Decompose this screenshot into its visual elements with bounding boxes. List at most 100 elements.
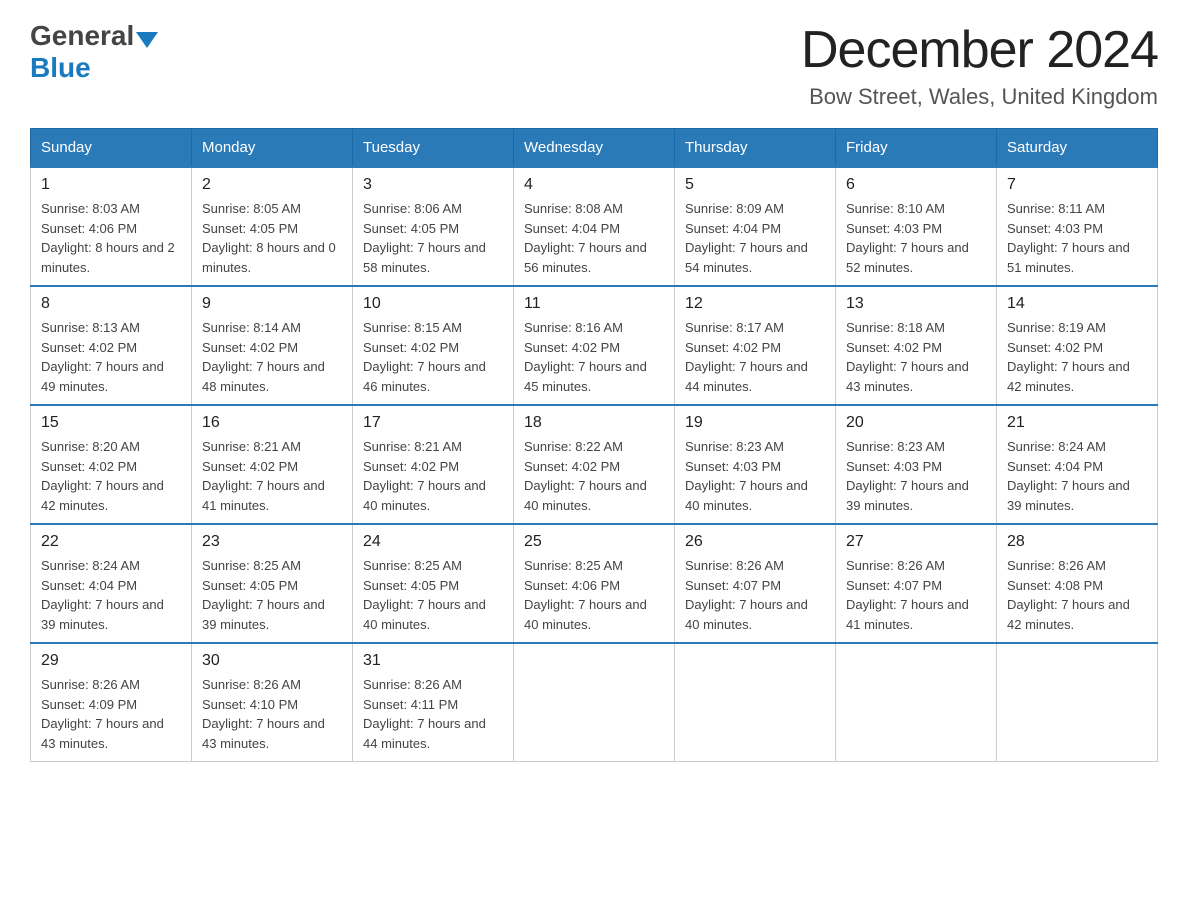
- day-number: 12: [685, 295, 825, 313]
- week-row-1: 1 Sunrise: 8:03 AMSunset: 4:06 PMDayligh…: [31, 167, 1158, 286]
- calendar-cell: 29 Sunrise: 8:26 AMSunset: 4:09 PMDaylig…: [31, 643, 192, 762]
- calendar-cell: 6 Sunrise: 8:10 AMSunset: 4:03 PMDayligh…: [836, 167, 997, 286]
- logo: General Blue: [30, 20, 158, 84]
- day-number: 8: [41, 295, 181, 313]
- day-info: Sunrise: 8:21 AMSunset: 4:02 PMDaylight:…: [363, 437, 503, 515]
- day-number: 9: [202, 295, 342, 313]
- calendar-cell: 11 Sunrise: 8:16 AMSunset: 4:02 PMDaylig…: [514, 286, 675, 405]
- day-number: 14: [1007, 295, 1147, 313]
- day-header-tuesday: Tuesday: [353, 129, 514, 168]
- calendar-cell: [836, 643, 997, 762]
- calendar-cell: 18 Sunrise: 8:22 AMSunset: 4:02 PMDaylig…: [514, 405, 675, 524]
- day-number: 6: [846, 176, 986, 194]
- calendar-cell: 27 Sunrise: 8:26 AMSunset: 4:07 PMDaylig…: [836, 524, 997, 643]
- day-info: Sunrise: 8:25 AMSunset: 4:05 PMDaylight:…: [363, 556, 503, 634]
- calendar-cell: 8 Sunrise: 8:13 AMSunset: 4:02 PMDayligh…: [31, 286, 192, 405]
- day-info: Sunrise: 8:06 AMSunset: 4:05 PMDaylight:…: [363, 199, 503, 277]
- day-number: 28: [1007, 533, 1147, 551]
- calendar-cell: 2 Sunrise: 8:05 AMSunset: 4:05 PMDayligh…: [192, 167, 353, 286]
- week-row-2: 8 Sunrise: 8:13 AMSunset: 4:02 PMDayligh…: [31, 286, 1158, 405]
- day-number: 11: [524, 295, 664, 313]
- day-info: Sunrise: 8:18 AMSunset: 4:02 PMDaylight:…: [846, 318, 986, 396]
- calendar-cell: 23 Sunrise: 8:25 AMSunset: 4:05 PMDaylig…: [192, 524, 353, 643]
- page-header: General Blue December 2024 Bow Street, W…: [30, 20, 1158, 110]
- day-info: Sunrise: 8:26 AMSunset: 4:07 PMDaylight:…: [685, 556, 825, 634]
- calendar-cell: [997, 643, 1158, 762]
- calendar-table: SundayMondayTuesdayWednesdayThursdayFrid…: [30, 128, 1158, 762]
- day-header-friday: Friday: [836, 129, 997, 168]
- day-info: Sunrise: 8:10 AMSunset: 4:03 PMDaylight:…: [846, 199, 986, 277]
- day-info: Sunrise: 8:25 AMSunset: 4:05 PMDaylight:…: [202, 556, 342, 634]
- day-number: 18: [524, 414, 664, 432]
- day-info: Sunrise: 8:03 AMSunset: 4:06 PMDaylight:…: [41, 199, 181, 277]
- day-info: Sunrise: 8:23 AMSunset: 4:03 PMDaylight:…: [846, 437, 986, 515]
- calendar-cell: 20 Sunrise: 8:23 AMSunset: 4:03 PMDaylig…: [836, 405, 997, 524]
- day-info: Sunrise: 8:20 AMSunset: 4:02 PMDaylight:…: [41, 437, 181, 515]
- day-info: Sunrise: 8:26 AMSunset: 4:07 PMDaylight:…: [846, 556, 986, 634]
- day-info: Sunrise: 8:15 AMSunset: 4:02 PMDaylight:…: [363, 318, 503, 396]
- day-number: 2: [202, 176, 342, 194]
- week-row-3: 15 Sunrise: 8:20 AMSunset: 4:02 PMDaylig…: [31, 405, 1158, 524]
- day-info: Sunrise: 8:14 AMSunset: 4:02 PMDaylight:…: [202, 318, 342, 396]
- calendar-cell: 28 Sunrise: 8:26 AMSunset: 4:08 PMDaylig…: [997, 524, 1158, 643]
- calendar-cell: 13 Sunrise: 8:18 AMSunset: 4:02 PMDaylig…: [836, 286, 997, 405]
- calendar-cell: 10 Sunrise: 8:15 AMSunset: 4:02 PMDaylig…: [353, 286, 514, 405]
- day-number: 25: [524, 533, 664, 551]
- day-number: 26: [685, 533, 825, 551]
- day-info: Sunrise: 8:21 AMSunset: 4:02 PMDaylight:…: [202, 437, 342, 515]
- day-header-thursday: Thursday: [675, 129, 836, 168]
- day-number: 5: [685, 176, 825, 194]
- calendar-cell: 3 Sunrise: 8:06 AMSunset: 4:05 PMDayligh…: [353, 167, 514, 286]
- calendar-cell: 17 Sunrise: 8:21 AMSunset: 4:02 PMDaylig…: [353, 405, 514, 524]
- calendar-cell: 4 Sunrise: 8:08 AMSunset: 4:04 PMDayligh…: [514, 167, 675, 286]
- day-number: 27: [846, 533, 986, 551]
- day-number: 3: [363, 176, 503, 194]
- day-info: Sunrise: 8:17 AMSunset: 4:02 PMDaylight:…: [685, 318, 825, 396]
- day-info: Sunrise: 8:19 AMSunset: 4:02 PMDaylight:…: [1007, 318, 1147, 396]
- calendar-cell: 12 Sunrise: 8:17 AMSunset: 4:02 PMDaylig…: [675, 286, 836, 405]
- day-info: Sunrise: 8:23 AMSunset: 4:03 PMDaylight:…: [685, 437, 825, 515]
- day-number: 1: [41, 176, 181, 194]
- logo-blue-text: Blue: [30, 52, 91, 84]
- week-row-4: 22 Sunrise: 8:24 AMSunset: 4:04 PMDaylig…: [31, 524, 1158, 643]
- day-info: Sunrise: 8:09 AMSunset: 4:04 PMDaylight:…: [685, 199, 825, 277]
- calendar-cell: 21 Sunrise: 8:24 AMSunset: 4:04 PMDaylig…: [997, 405, 1158, 524]
- day-number: 29: [41, 652, 181, 670]
- day-number: 15: [41, 414, 181, 432]
- calendar-cell: 25 Sunrise: 8:25 AMSunset: 4:06 PMDaylig…: [514, 524, 675, 643]
- day-number: 30: [202, 652, 342, 670]
- calendar-cell: 7 Sunrise: 8:11 AMSunset: 4:03 PMDayligh…: [997, 167, 1158, 286]
- calendar-cell: 30 Sunrise: 8:26 AMSunset: 4:10 PMDaylig…: [192, 643, 353, 762]
- days-header-row: SundayMondayTuesdayWednesdayThursdayFrid…: [31, 129, 1158, 168]
- day-header-monday: Monday: [192, 129, 353, 168]
- calendar-cell: [514, 643, 675, 762]
- calendar-cell: 9 Sunrise: 8:14 AMSunset: 4:02 PMDayligh…: [192, 286, 353, 405]
- day-number: 17: [363, 414, 503, 432]
- day-info: Sunrise: 8:13 AMSunset: 4:02 PMDaylight:…: [41, 318, 181, 396]
- day-number: 22: [41, 533, 181, 551]
- calendar-cell: 19 Sunrise: 8:23 AMSunset: 4:03 PMDaylig…: [675, 405, 836, 524]
- calendar-cell: [675, 643, 836, 762]
- day-info: Sunrise: 8:26 AMSunset: 4:10 PMDaylight:…: [202, 675, 342, 753]
- day-info: Sunrise: 8:16 AMSunset: 4:02 PMDaylight:…: [524, 318, 664, 396]
- day-number: 7: [1007, 176, 1147, 194]
- day-info: Sunrise: 8:22 AMSunset: 4:02 PMDaylight:…: [524, 437, 664, 515]
- main-title: December 2024: [801, 20, 1158, 80]
- calendar-cell: 16 Sunrise: 8:21 AMSunset: 4:02 PMDaylig…: [192, 405, 353, 524]
- day-number: 10: [363, 295, 503, 313]
- day-info: Sunrise: 8:25 AMSunset: 4:06 PMDaylight:…: [524, 556, 664, 634]
- day-header-saturday: Saturday: [997, 129, 1158, 168]
- day-number: 19: [685, 414, 825, 432]
- day-number: 13: [846, 295, 986, 313]
- day-number: 20: [846, 414, 986, 432]
- day-info: Sunrise: 8:24 AMSunset: 4:04 PMDaylight:…: [1007, 437, 1147, 515]
- calendar-cell: 26 Sunrise: 8:26 AMSunset: 4:07 PMDaylig…: [675, 524, 836, 643]
- day-info: Sunrise: 8:08 AMSunset: 4:04 PMDaylight:…: [524, 199, 664, 277]
- logo-general-text: General: [30, 20, 134, 52]
- logo-triangle-icon: [136, 32, 158, 48]
- day-header-wednesday: Wednesday: [514, 129, 675, 168]
- day-info: Sunrise: 8:24 AMSunset: 4:04 PMDaylight:…: [41, 556, 181, 634]
- calendar-cell: 14 Sunrise: 8:19 AMSunset: 4:02 PMDaylig…: [997, 286, 1158, 405]
- calendar-cell: 24 Sunrise: 8:25 AMSunset: 4:05 PMDaylig…: [353, 524, 514, 643]
- day-info: Sunrise: 8:26 AMSunset: 4:08 PMDaylight:…: [1007, 556, 1147, 634]
